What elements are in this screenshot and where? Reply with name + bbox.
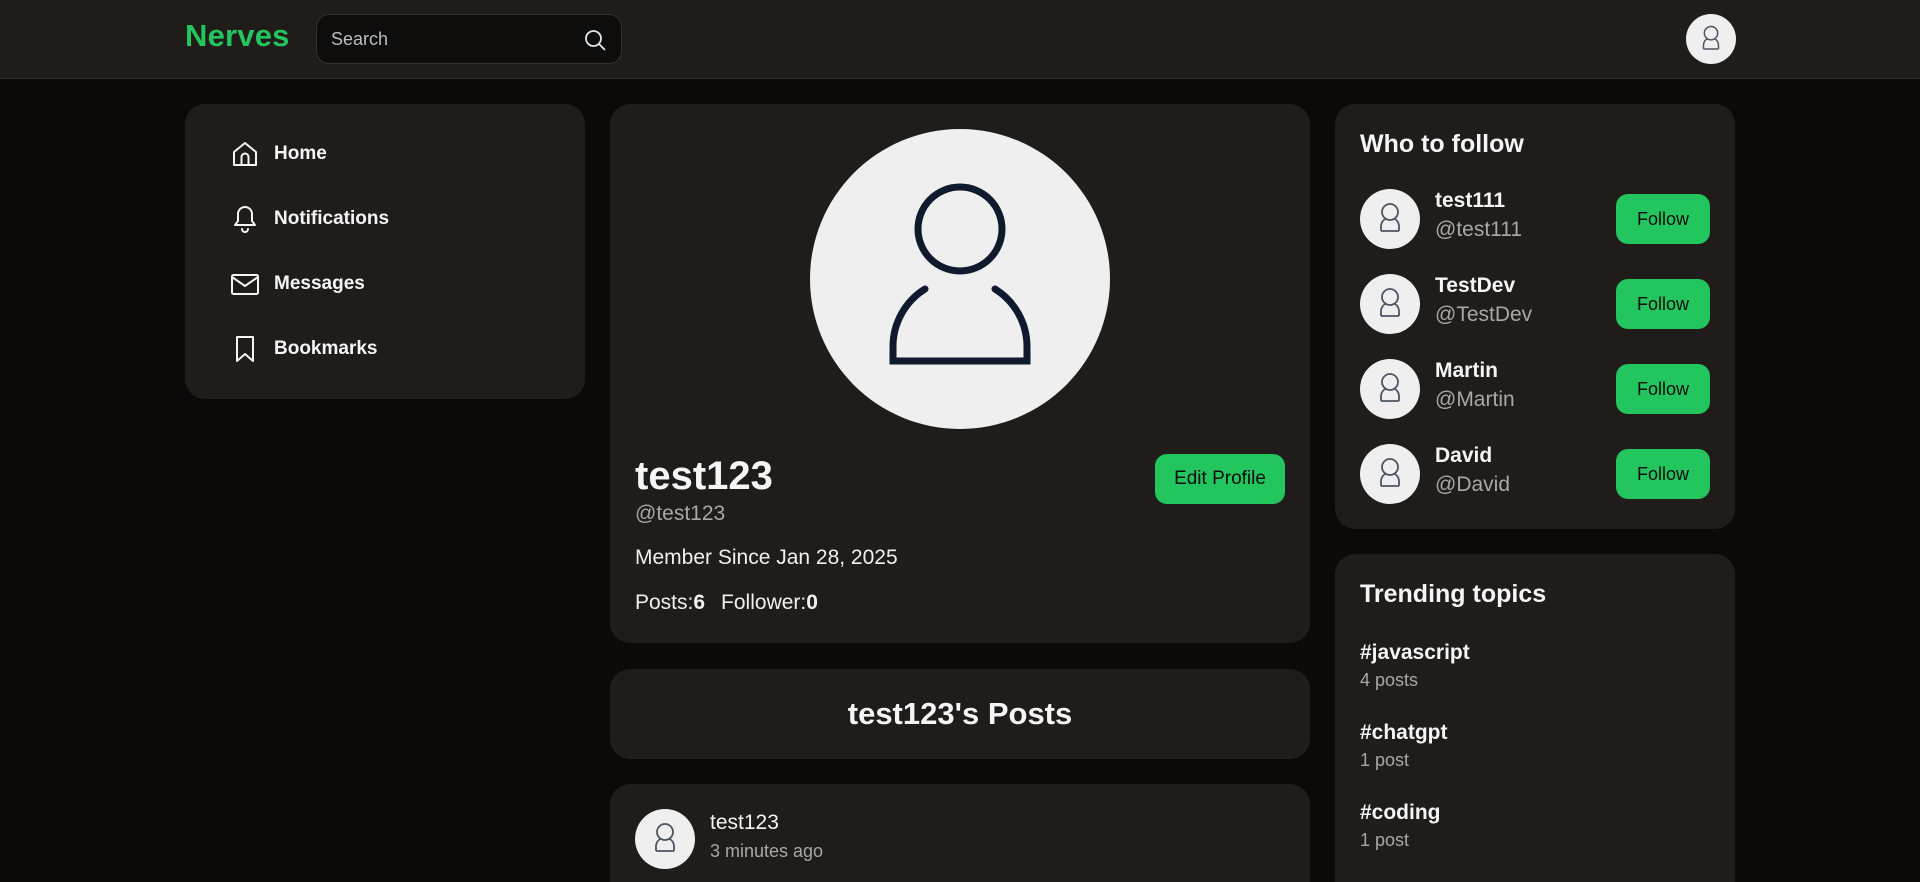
sidebar-item-bookmarks[interactable]: Bookmarks	[230, 329, 378, 369]
topic-tag[interactable]: #chatgpt	[1360, 721, 1448, 745]
followers-label: Follower:	[721, 591, 807, 614]
followers-count: 0	[806, 591, 818, 614]
user-avatar-icon	[1702, 25, 1720, 50]
suggestion-avatar[interactable]	[1360, 444, 1420, 504]
user-avatar-icon	[1380, 458, 1400, 487]
user-avatar-icon	[1380, 373, 1400, 402]
topic-tag[interactable]: #coding	[1360, 801, 1441, 825]
sidebar-item-label: Notifications	[274, 208, 390, 229]
posts-label: Posts:	[635, 591, 694, 614]
profile-avatar	[810, 129, 1110, 429]
follow-button[interactable]: Follow	[1616, 194, 1710, 244]
user-avatar-icon	[1380, 288, 1400, 317]
sidebar-item-notifications[interactable]: Notifications	[230, 199, 389, 239]
profile-name: test123	[635, 454, 773, 498]
bookmark-icon	[236, 336, 254, 362]
topic-post-count: 4 posts	[1360, 670, 1419, 690]
follow-button[interactable]: Follow	[1616, 279, 1710, 329]
suggestion-name[interactable]: test111	[1435, 189, 1505, 213]
follow-suggestion: Martin @Martin Follow	[1360, 359, 1710, 419]
suggestion-handle: @Martin	[1435, 388, 1515, 411]
follow-button[interactable]: Follow	[1616, 364, 1710, 414]
trending-topic[interactable]: #coding 1 post	[1360, 801, 1441, 851]
suggestion-handle: @David	[1435, 473, 1511, 496]
follow-suggestion: test111 @test111 Follow	[1360, 189, 1710, 249]
suggestion-handle: @TestDev	[1435, 303, 1533, 326]
posts-header: test123's Posts	[610, 669, 1310, 759]
app-logo[interactable]: Nerves	[185, 18, 290, 54]
user-avatar-icon	[889, 183, 1031, 365]
trending-topics-panel: Trending topics #javascript 4 posts #cha…	[1335, 554, 1735, 882]
member-since: Member Since Jan 28, 2025	[635, 546, 898, 569]
profile-stats: Posts:6 Follower:0	[635, 591, 818, 615]
suggestion-name[interactable]: TestDev	[1435, 274, 1515, 298]
search-box[interactable]	[316, 14, 622, 64]
trending-title: Trending topics	[1360, 580, 1547, 608]
search-icon[interactable]	[583, 28, 607, 52]
topic-post-count: 1 post	[1360, 830, 1410, 850]
home-icon	[233, 142, 257, 166]
profile-handle: @test123	[635, 502, 726, 525]
top-navbar: Nerves	[0, 0, 1920, 79]
who-to-follow-panel: Who to follow test111 @test111 Follow Te…	[1335, 104, 1735, 529]
follow-button[interactable]: Follow	[1616, 449, 1710, 499]
post-timestamp: 3 minutes ago	[710, 841, 824, 861]
suggestion-avatar[interactable]	[1360, 359, 1420, 419]
who-to-follow-title: Who to follow	[1360, 130, 1524, 158]
post-author[interactable]: test123	[710, 811, 779, 835]
edit-profile-button[interactable]: Edit Profile	[1155, 454, 1285, 504]
suggestion-name[interactable]: David	[1435, 444, 1492, 468]
posts-title: test123's Posts	[847, 696, 1073, 731]
suggestion-handle: @test111	[1435, 218, 1523, 241]
sidebar-item-label: Bookmarks	[274, 338, 378, 359]
topic-post-count: 1 post	[1360, 750, 1410, 770]
follow-suggestion: David @David Follow	[1360, 444, 1710, 504]
user-avatar-icon	[655, 823, 675, 852]
trending-topic[interactable]: #chatgpt 1 post	[1360, 721, 1448, 771]
profile-card: test123 @test123 Edit Profile Member Sin…	[610, 104, 1310, 643]
sidebar-item-label: Home	[274, 143, 327, 164]
trending-topic[interactable]: #javascript 4 posts	[1360, 641, 1470, 691]
sidebar-nav: Home Notifications Messages Bookmarks	[185, 104, 585, 399]
sidebar-item-messages[interactable]: Messages	[230, 264, 365, 304]
suggestion-name[interactable]: Martin	[1435, 359, 1498, 383]
bell-icon	[234, 206, 256, 233]
sidebar-item-home[interactable]: Home	[230, 134, 327, 174]
search-input[interactable]	[331, 15, 581, 63]
user-avatar-button[interactable]	[1686, 14, 1736, 64]
follow-suggestion: TestDev @TestDev Follow	[1360, 274, 1710, 334]
sidebar-item-label: Messages	[274, 273, 365, 294]
topic-tag[interactable]: #javascript	[1360, 641, 1470, 665]
post-card[interactable]: test123 3 minutes ago	[610, 784, 1310, 882]
posts-count: 6	[693, 591, 706, 614]
mail-icon	[231, 274, 259, 295]
user-avatar-icon	[1380, 203, 1400, 232]
suggestion-avatar[interactable]	[1360, 274, 1420, 334]
suggestion-avatar[interactable]	[1360, 189, 1420, 249]
post-author-avatar[interactable]	[635, 809, 695, 869]
